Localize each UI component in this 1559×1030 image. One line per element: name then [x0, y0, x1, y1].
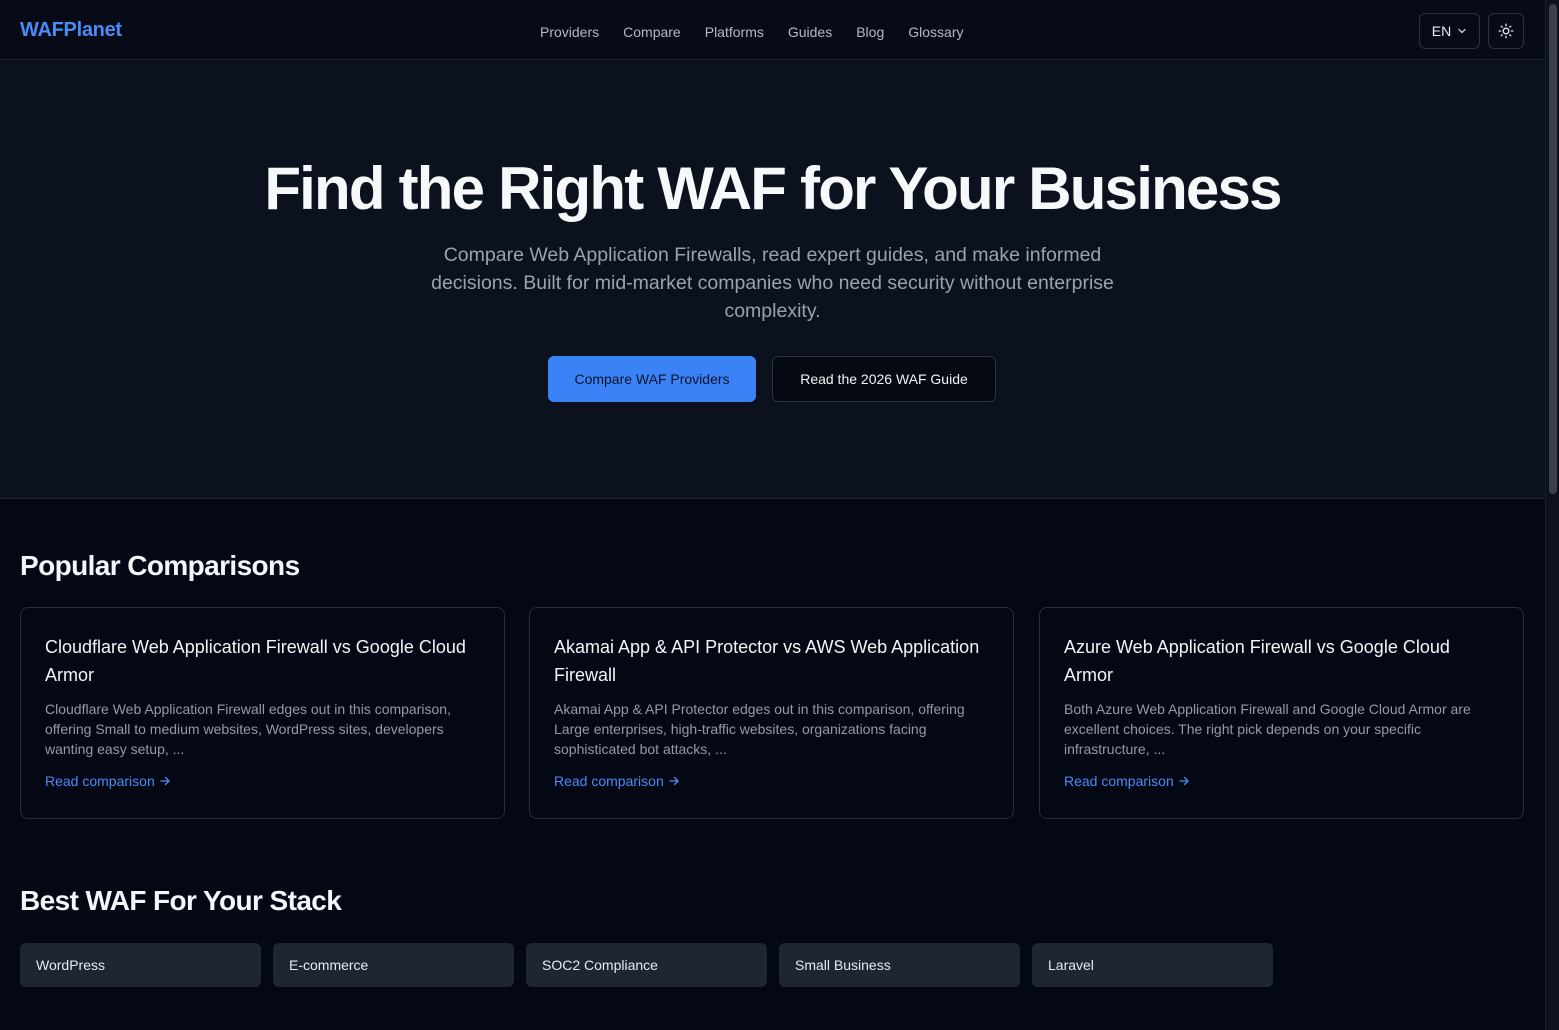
sun-icon — [1498, 23, 1514, 39]
nav-platforms[interactable]: Platforms — [705, 22, 764, 42]
arrow-right-icon — [160, 776, 170, 786]
card-description: Both Azure Web Application Firewall and … — [1064, 701, 1471, 757]
card-description: Akamai App & API Protector edges out in … — [554, 701, 965, 757]
card-description: Cloudflare Web Application Firewall edge… — [45, 701, 451, 757]
site-header: WAFPlanet Providers Compare Platforms Gu… — [0, 0, 1545, 60]
stack-item-wordpress[interactable]: WordPress — [20, 943, 261, 987]
read-comparison-label: Read comparison — [554, 773, 664, 789]
hero-title: Find the Right WAF for Your Business — [264, 155, 1282, 222]
best-waf-stack-title: Best WAF For Your Stack — [20, 885, 342, 916]
hero-section: Find the Right WAF for Your Business Com… — [0, 61, 1545, 499]
card-title: Cloudflare Web Application Firewall vs G… — [45, 637, 466, 685]
comparison-card[interactable]: Azure Web Application Firewall vs Google… — [1039, 607, 1524, 819]
language-selector[interactable]: EN — [1419, 13, 1480, 49]
page-scrollbar[interactable] — [1545, 0, 1559, 1030]
chevron-down-icon — [1458, 28, 1466, 34]
read-comparison-label: Read comparison — [45, 773, 155, 789]
read-comparison-link[interactable]: Read comparison — [45, 773, 171, 789]
stack-item-soc2[interactable]: SOC2 Compliance — [526, 943, 767, 987]
read-comparison-label: Read comparison — [1064, 773, 1174, 789]
card-title: Azure Web Application Firewall vs Google… — [1064, 637, 1450, 685]
card-title: Akamai App & API Protector vs AWS Web Ap… — [554, 637, 980, 685]
comparison-card[interactable]: Akamai App & API Protector vs AWS Web Ap… — [529, 607, 1014, 819]
nav-glossary[interactable]: Glossary — [908, 22, 963, 42]
stack-item-small-business[interactable]: Small Business — [779, 943, 1020, 987]
read-comparison-link[interactable]: Read comparison — [554, 773, 680, 789]
theme-toggle-button[interactable] — [1488, 13, 1524, 49]
page: WAFPlanet Providers Compare Platforms Gu… — [0, 0, 1545, 1030]
language-label: EN — [1431, 23, 1452, 39]
nav-guides[interactable]: Guides — [788, 22, 832, 42]
scrollbar-thumb[interactable] — [1549, 4, 1557, 494]
read-guide-button[interactable]: Read the 2026 WAF Guide — [772, 356, 996, 402]
nav-compare[interactable]: Compare — [623, 22, 681, 42]
comparison-card[interactable]: Cloudflare Web Application Firewall vs G… — [20, 607, 505, 819]
nav-blog[interactable]: Blog — [856, 22, 884, 42]
read-comparison-link[interactable]: Read comparison — [1064, 773, 1190, 789]
stack-item-ecommerce[interactable]: E-commerce — [273, 943, 514, 987]
stack-item-laravel[interactable]: Laravel — [1032, 943, 1273, 987]
nav-providers[interactable]: Providers — [540, 22, 599, 42]
hero-subtitle: Compare Web Application Firewalls, read … — [431, 244, 1114, 322]
popular-comparisons-title: Popular Comparisons — [20, 550, 300, 581]
main-nav: Providers Compare Platforms Guides Blog … — [540, 22, 963, 42]
arrow-right-icon — [1179, 776, 1189, 786]
logo[interactable]: WAFPlanet — [20, 19, 122, 42]
stack-list: WordPress E-commerce SOC2 Compliance Sma… — [20, 943, 1273, 987]
compare-providers-button[interactable]: Compare WAF Providers — [548, 356, 756, 402]
arrow-right-icon — [669, 776, 679, 786]
